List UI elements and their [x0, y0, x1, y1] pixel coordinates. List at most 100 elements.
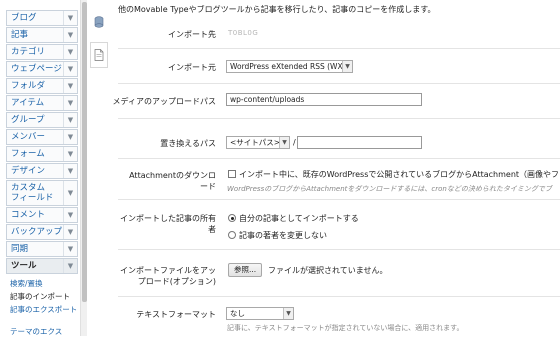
sidebar-item-label: メンバー	[11, 132, 46, 142]
sidebar-subitem-export[interactable]: 記事のエクスポート	[10, 304, 77, 315]
sidebar-item-comments[interactable]: コメント ▼	[6, 207, 78, 223]
chevron-down-icon: ▼	[342, 61, 352, 72]
chevron-down-icon[interactable]: ▼	[63, 164, 77, 178]
import-destination-value: T0BL0G	[228, 29, 259, 37]
replace-path-input[interactable]	[297, 136, 422, 149]
import-source-label: インポート元	[168, 63, 216, 72]
chevron-down-icon: ▼	[283, 308, 293, 319]
sidebar-item-form[interactable]: フォーム ▼	[6, 146, 78, 162]
chevron-down-icon: ▼	[279, 137, 289, 148]
attachment-download-label: Attachmentのダウンロード	[129, 170, 216, 192]
label-line-1: インポートした記事の所有	[120, 214, 216, 223]
sidebar-item-label: グループ	[11, 115, 45, 125]
sidebar-subitem-search-replace[interactable]: 検索/置換	[10, 278, 43, 289]
upload-path-input[interactable]: wp-content/uploads	[226, 93, 422, 106]
divider	[118, 83, 560, 84]
sidebar-item-label: コメント	[11, 210, 46, 220]
label-line-1: Attachmentのダウンロ	[129, 171, 216, 180]
owner-import-as-mine-label: 自分の記事としてインポートする	[239, 214, 359, 223]
label-line-2: ード	[200, 182, 216, 191]
owner-import-as-mine-radio[interactable]	[228, 214, 236, 222]
owner-keep-author-label: 記事の著者を変更しない	[239, 231, 327, 240]
sidebar-item-label: アイテム	[11, 98, 45, 108]
sidebar-item-webpages[interactable]: ウェブページ ▼	[6, 61, 78, 77]
chevron-down-icon[interactable]: ▼	[63, 11, 77, 25]
divider	[118, 118, 560, 119]
divider	[118, 249, 560, 250]
sidebar-item-blog[interactable]: ブログ ▼	[6, 10, 78, 26]
chevron-down-icon[interactable]: ▼	[63, 259, 77, 273]
sidebar-item-label: ブログ	[11, 13, 37, 23]
path-separator: /	[293, 138, 296, 147]
divider	[118, 48, 560, 49]
label-line-2: 者	[208, 225, 216, 234]
divider	[118, 199, 560, 200]
browse-button[interactable]: 参照...	[228, 263, 263, 277]
side-tab[interactable]	[90, 42, 108, 68]
sidebar-item-label: デザイン	[11, 166, 46, 176]
attachment-download-checkbox[interactable]	[228, 170, 236, 178]
sidebar-item-members[interactable]: メンバー ▼	[6, 129, 78, 145]
chevron-down-icon[interactable]: ▼	[63, 45, 77, 59]
database-icon[interactable]	[94, 16, 104, 28]
divider	[118, 296, 560, 297]
sidebar-item-entries[interactable]: 記事 ▼	[6, 27, 78, 43]
sidebar-item-label: ツール	[11, 261, 37, 271]
sidebar-item-label: ウェブページ	[11, 64, 62, 74]
sidebar-item-label: フォルダ	[11, 81, 46, 91]
sidebar-item-backup[interactable]: バックアップ ▼	[6, 224, 78, 240]
label-line-1: インポートファイルをアッ	[120, 266, 216, 275]
sidebar-item-sync[interactable]: 同期 ▼	[6, 241, 78, 257]
label-line-2: フィールド	[11, 193, 54, 203]
label-line-1: カスタム	[11, 183, 46, 193]
chevron-down-icon[interactable]: ▼	[63, 181, 77, 205]
replace-path-select[interactable]: <サイトパス> ▼	[226, 136, 290, 149]
sidebar-subitem-theme-export[interactable]: テーマのエクス	[10, 326, 62, 337]
attachment-download-checkbox-label: インポート中に、既存のWordPressで公開されているブログからAttachm…	[239, 170, 560, 179]
chevron-down-icon[interactable]: ▼	[63, 62, 77, 76]
entry-owner-label: インポートした記事の所有者	[120, 213, 216, 235]
chevron-down-icon[interactable]: ▼	[63, 96, 77, 110]
chevron-down-icon[interactable]: ▼	[63, 147, 77, 161]
chevron-down-icon[interactable]: ▼	[63, 130, 77, 144]
sidebar-item-custom-fields[interactable]: カスタム フィールド ▼	[6, 180, 78, 206]
chevron-down-icon[interactable]: ▼	[63, 28, 77, 42]
sidebar-item-group[interactable]: グループ ▼	[6, 112, 78, 128]
sidebar-item-category[interactable]: カテゴリ ▼	[6, 44, 78, 60]
file-status: ファイルが選択されていません。	[268, 266, 388, 275]
sidebar: ブログ ▼ 記事 ▼ カテゴリ ▼ ウェブページ ▼ フォルダ ▼ アイテム ▼…	[0, 0, 80, 336]
import-destination-label: インポート先	[168, 30, 216, 39]
sidebar-scrollbar[interactable]	[80, 0, 87, 336]
text-format-select[interactable]: なし ▼	[226, 307, 294, 320]
sidebar-item-label: カテゴリ	[11, 47, 46, 57]
sidebar-item-label: カスタム フィールド	[11, 183, 61, 203]
replace-path-label: 置き換えるパス	[160, 139, 216, 148]
upload-file-label: インポートファイルをアップロード(オプション)	[120, 265, 216, 287]
sidebar-item-folder[interactable]: フォルダ ▼	[6, 78, 78, 94]
upload-path-label: メディアのアップロードパス	[112, 97, 216, 106]
text-format-hint: 記事に、テキストフォーマットが指定されていない場合に、適用されます。	[227, 324, 464, 332]
sidebar-item-label: フォーム	[11, 149, 45, 159]
replace-path-selected: <サイトパス>	[230, 138, 281, 147]
owner-keep-author-radio[interactable]	[228, 231, 236, 239]
label-line-2: プロード(オプション)	[137, 277, 216, 286]
chevron-down-icon[interactable]: ▼	[63, 113, 77, 127]
chevron-down-icon[interactable]: ▼	[63, 79, 77, 93]
text-format-selected: なし	[230, 309, 245, 318]
sidebar-item-items[interactable]: アイテム ▼	[6, 95, 78, 111]
sidebar-item-label: 同期	[11, 244, 29, 254]
page-intro: 他のMovable Typeやブログツールから記事を移行したり、記事のコピーを作…	[118, 5, 436, 14]
chevron-down-icon[interactable]: ▼	[63, 225, 77, 239]
sidebar-subitem-import[interactable]: 記事のインポート	[10, 291, 70, 302]
divider	[118, 158, 560, 159]
import-source-selected: WordPress eXtended RSS (WXR)	[230, 62, 351, 71]
chevron-down-icon[interactable]: ▼	[63, 242, 77, 256]
sidebar-item-design[interactable]: デザイン ▼	[6, 163, 78, 179]
import-source-select[interactable]: WordPress eXtended RSS (WXR) ▼	[226, 60, 353, 73]
scrollbar-thumb[interactable]	[82, 2, 87, 302]
sidebar-item-label: バックアップ	[11, 227, 63, 237]
sidebar-item-tools[interactable]: ツール ▼	[6, 258, 78, 274]
chevron-down-icon[interactable]: ▼	[63, 208, 77, 222]
attachment-download-hint: WordPressのブログからAttachmentをダウンロードするには、cro…	[227, 185, 552, 193]
document-icon	[94, 49, 104, 61]
